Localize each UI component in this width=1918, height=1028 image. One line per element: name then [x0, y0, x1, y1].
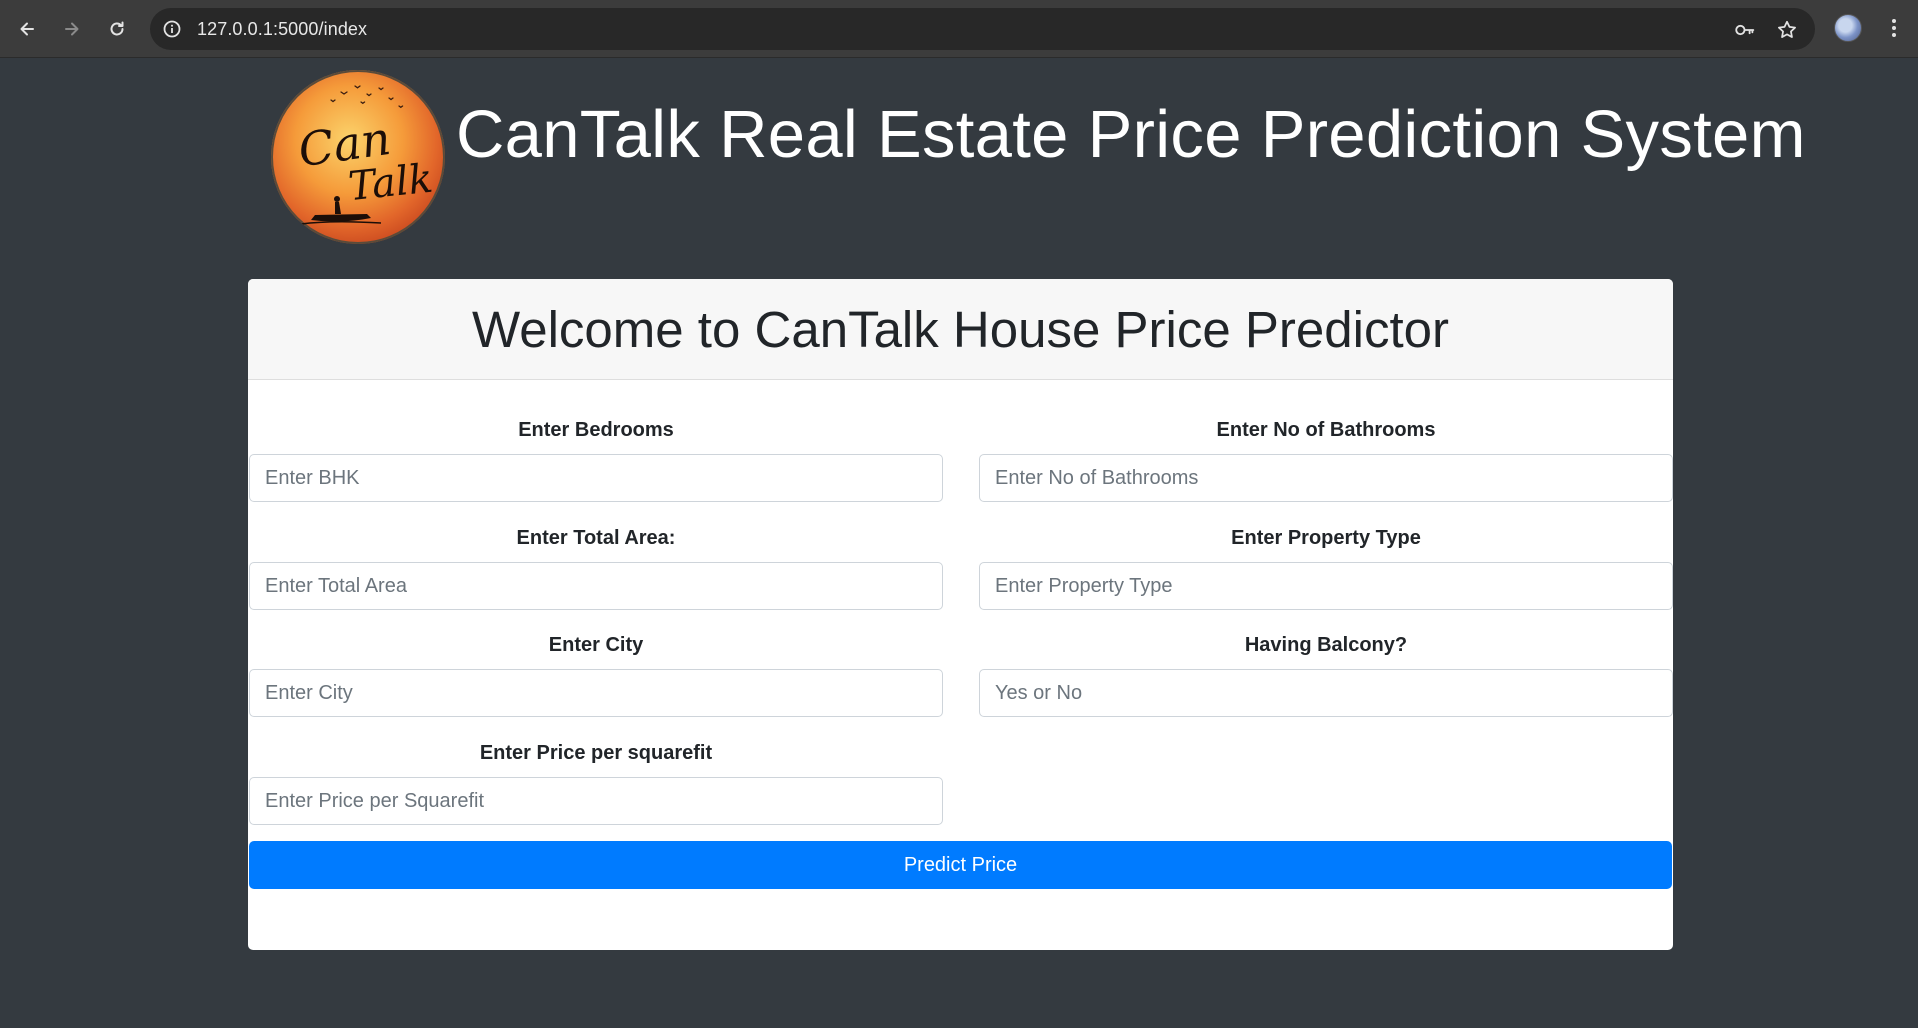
svg-text:Talk: Talk	[346, 156, 435, 211]
site-info-icon[interactable]	[160, 17, 184, 41]
city-input[interactable]	[249, 669, 943, 717]
property-type-field-group: Enter Property Type	[979, 525, 1673, 610]
profile-avatar[interactable]	[1834, 14, 1862, 42]
total-area-label: Enter Total Area:	[516, 527, 676, 549]
browser-toolbar: 127.0.0.1:5000/index	[0, 0, 1918, 58]
password-key-icon[interactable]	[1732, 17, 1758, 43]
cantalk-logo: Can Talk	[271, 70, 445, 244]
url-text[interactable]: 127.0.0.1:5000/index	[197, 19, 367, 40]
total-area-field-group: Enter Total Area:	[249, 525, 943, 610]
bathrooms-field-group: Enter No of Bathrooms	[979, 417, 1673, 502]
card-header: Welcome to CanTalk House Price Predictor	[248, 279, 1673, 380]
back-arrow-icon[interactable]	[11, 13, 43, 45]
card-heading: Welcome to CanTalk House Price Predictor	[472, 301, 1449, 358]
bookmark-star-icon[interactable]	[1774, 17, 1800, 43]
price-per-sqft-input[interactable]	[249, 777, 943, 825]
site-title: CanTalk Real Estate Price Prediction Sys…	[456, 97, 1806, 172]
property-type-input[interactable]	[979, 562, 1673, 610]
predict-price-button[interactable]: Predict Price	[249, 841, 1672, 889]
balcony-field-group: Having Balcony?	[979, 632, 1673, 717]
price-per-sqft-label: Enter Price per squarefit	[479, 742, 713, 764]
price-per-sqft-field-group: Enter Price per squarefit	[249, 740, 943, 825]
kebab-menu-icon[interactable]	[1880, 14, 1908, 42]
bathrooms-input[interactable]	[979, 454, 1673, 502]
city-field-group: Enter City	[249, 632, 943, 717]
bathrooms-label: Enter No of Bathrooms	[1216, 419, 1436, 441]
address-bar[interactable]: 127.0.0.1:5000/index	[150, 8, 1815, 50]
city-label: Enter City	[548, 634, 644, 656]
reload-icon[interactable]	[101, 13, 133, 45]
total-area-input[interactable]	[249, 562, 943, 610]
property-type-label: Enter Property Type	[1231, 527, 1421, 549]
bedrooms-field-group: Enter Bedrooms	[249, 417, 943, 502]
bedrooms-label: Enter Bedrooms	[518, 419, 674, 441]
balcony-input[interactable]	[979, 669, 1673, 717]
balcony-label: Having Balcony?	[1244, 634, 1408, 656]
predictor-card: Welcome to CanTalk House Price Predictor…	[248, 279, 1673, 950]
bedrooms-input[interactable]	[249, 454, 943, 502]
forward-arrow-icon[interactable]	[56, 13, 88, 45]
